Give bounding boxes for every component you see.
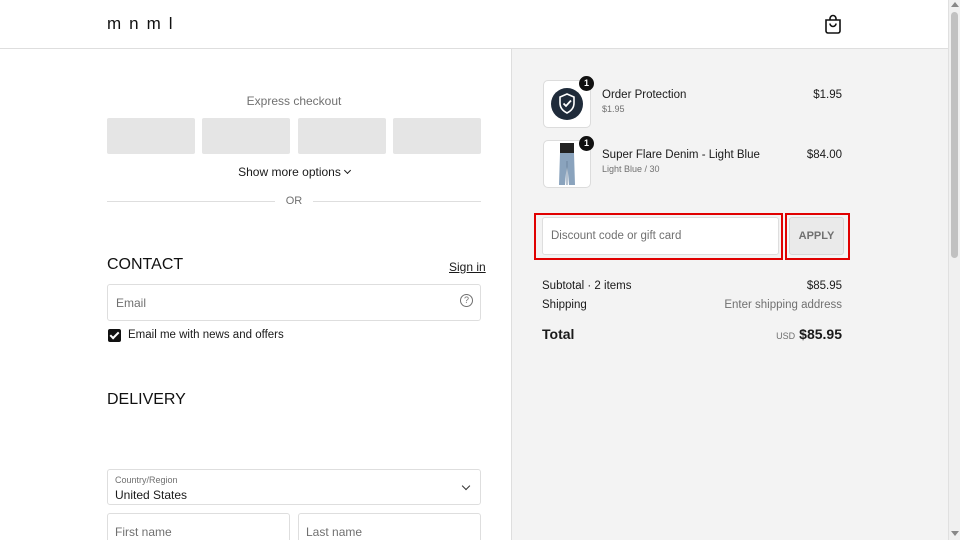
total-value: $85.95 [799, 326, 842, 342]
express-pay-button-2[interactable] [202, 118, 290, 154]
show-more-options-button[interactable]: Show more options [107, 165, 481, 179]
product-price: $84.00 [806, 149, 842, 161]
express-checkout-title: Express checkout [246, 94, 342, 108]
country-region-select[interactable]: Country/Region United States [107, 469, 481, 505]
page-scrollbar[interactable] [948, 0, 960, 540]
product-name: Order Protection [602, 89, 687, 101]
quantity-badge: 1 [579, 76, 594, 91]
chevron-down-icon [461, 481, 471, 491]
last-name-field[interactable]: Last name [298, 513, 481, 540]
news-offers-checkbox[interactable] [108, 329, 121, 342]
country-region-value: United States [115, 488, 188, 502]
site-header: mnml [0, 0, 948, 49]
divider-right [313, 201, 481, 202]
shipping-value: Enter shipping address [724, 299, 842, 311]
total-amount: USD $85.95 [776, 326, 842, 344]
total-label: Total [542, 326, 575, 342]
scroll-down-arrow-icon[interactable] [951, 531, 959, 536]
last-name-placeholder: Last name [306, 525, 363, 539]
delivery-heading: DELIVERY [107, 391, 186, 408]
product-name: Super Flare Denim - Light Blue [602, 149, 760, 161]
shipping-label: Shipping [542, 299, 587, 311]
news-offers-label: Email me with news and offers [128, 329, 284, 341]
sign-in-link[interactable]: Sign in [449, 260, 486, 274]
or-divider-text: OR [285, 195, 303, 207]
first-name-placeholder: First name [115, 525, 172, 539]
apply-discount-button[interactable]: APPLY [789, 217, 844, 255]
subtotal-label: Subtotal · 2 items [542, 280, 632, 292]
product-price: $1.95 [813, 89, 842, 101]
question-circle-icon[interactable]: ? [460, 294, 473, 307]
show-more-label: Show more options [238, 165, 341, 179]
contact-heading: CONTACT [107, 256, 184, 273]
scroll-up-arrow-icon[interactable] [951, 2, 959, 7]
chevron-down-icon [343, 166, 351, 175]
express-pay-button-3[interactable] [298, 118, 386, 154]
country-region-label: Country/Region [115, 475, 178, 485]
quantity-badge: 1 [579, 136, 594, 151]
discount-code-field[interactable] [542, 217, 779, 255]
product-variant: Light Blue / 30 [602, 164, 660, 174]
product-variant: $1.95 [602, 104, 625, 114]
divider-left [107, 201, 275, 202]
first-name-field[interactable]: First name [107, 513, 290, 540]
express-pay-button-1[interactable] [107, 118, 195, 154]
email-field[interactable] [107, 284, 481, 321]
store-logo[interactable]: mnml [107, 14, 181, 34]
currency-code: USD [776, 331, 796, 341]
subtotal-value: $85.95 [806, 280, 842, 292]
shopping-bag-icon[interactable] [824, 14, 842, 34]
express-pay-button-4[interactable] [393, 118, 481, 154]
scrollbar-thumb[interactable] [951, 12, 958, 258]
